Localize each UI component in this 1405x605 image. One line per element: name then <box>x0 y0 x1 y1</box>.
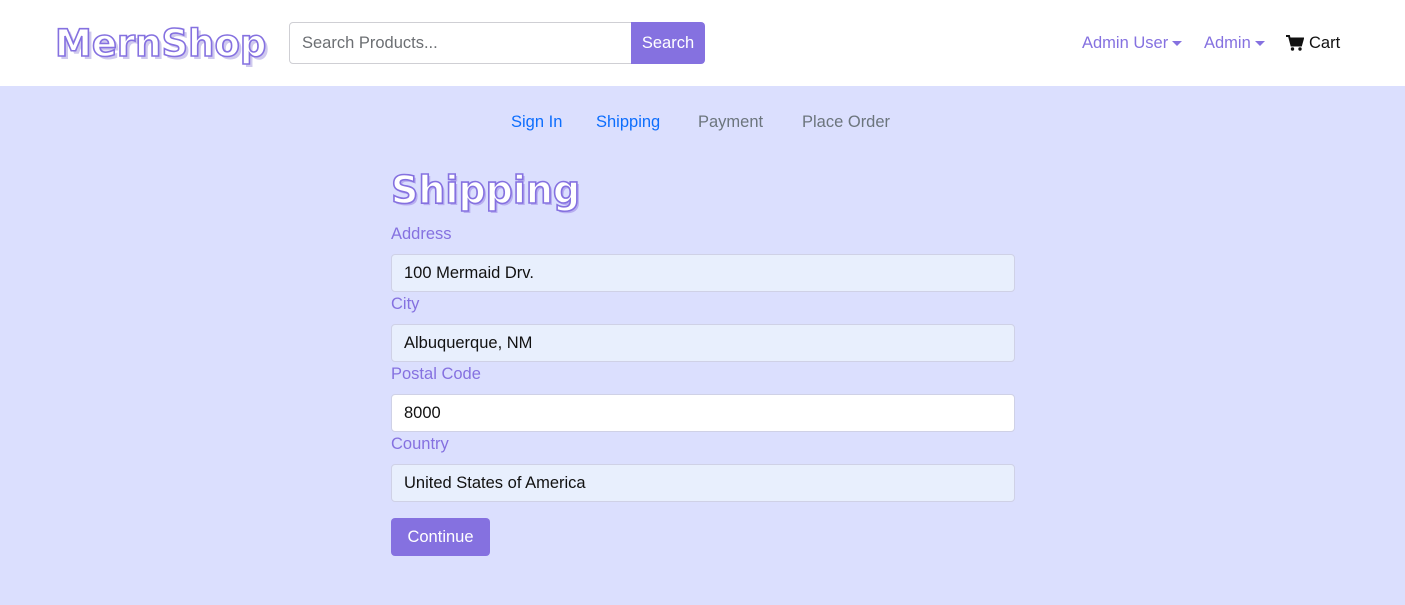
postal-code-field[interactable] <box>391 394 1015 432</box>
country-field[interactable] <box>391 464 1015 502</box>
cart-link[interactable]: Cart <box>1286 31 1340 55</box>
country-label: Country <box>391 435 449 453</box>
postal-code-label: Postal Code <box>391 365 481 383</box>
city-field[interactable] <box>391 324 1015 362</box>
address-label: Address <box>391 225 452 243</box>
page-title: Shipping <box>390 167 581 213</box>
top-navbar: MernShop Search Admin User Admin Cart <box>0 0 1405 86</box>
step-payment: Payment <box>698 113 764 131</box>
admin-menu-dropdown[interactable]: Admin <box>1204 31 1265 55</box>
brand-logo[interactable]: MernShop <box>54 20 267 68</box>
chevron-down-icon <box>1254 40 1265 46</box>
step-place-order: Place Order <box>802 113 891 131</box>
step-shipping[interactable]: Shipping <box>596 110 660 134</box>
step-sign-in[interactable]: Sign In <box>511 110 562 134</box>
user-menu-toggle[interactable]: Admin User <box>1082 33 1183 53</box>
address-field[interactable] <box>391 254 1015 292</box>
search-input[interactable] <box>289 22 632 64</box>
checkout-steps: Sign In Shipping Payment Place Order <box>0 110 1405 134</box>
chevron-down-icon <box>1172 40 1183 46</box>
admin-menu-label: Admin <box>1204 33 1251 52</box>
user-menu-dropdown[interactable]: Admin User <box>1082 31 1183 55</box>
city-label: City <box>391 295 420 313</box>
admin-menu-toggle[interactable]: Admin <box>1204 34 1265 53</box>
search-button[interactable]: Search <box>631 22 705 64</box>
continue-button[interactable]: Continue <box>391 518 490 556</box>
cart-link-content[interactable]: Cart <box>1286 34 1340 53</box>
cart-label: Cart <box>1309 33 1341 52</box>
shopping-cart-icon <box>1286 35 1304 51</box>
user-menu-label: Admin User <box>1082 33 1169 52</box>
